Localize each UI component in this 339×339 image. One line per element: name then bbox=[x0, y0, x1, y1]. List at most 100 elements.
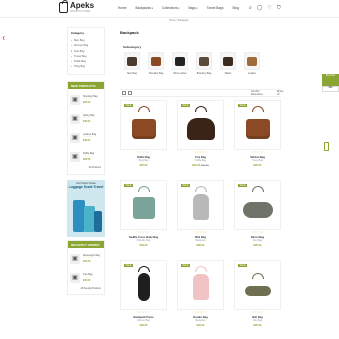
subcategory-item[interactable]: Wallet bbox=[219, 52, 237, 75]
product-card[interactable]: SALE ☆☆☆☆☆ Saddle Cross Body Bag Shoulder B… bbox=[120, 180, 167, 257]
cart-icon[interactable]: ⛉ bbox=[277, 5, 281, 11]
current-price: $29.00 bbox=[253, 244, 262, 247]
subcategory-item[interactable]: Branding Bag bbox=[195, 52, 213, 75]
product-name[interactable]: Backpack Purse bbox=[120, 316, 167, 319]
all-products-link[interactable]: All Products bbox=[68, 167, 104, 169]
sale-badge: SALE bbox=[124, 104, 133, 107]
side-product-item[interactable]: ▣ Duffle Bag ☆☆☆☆☆ $35.00 bbox=[68, 148, 104, 165]
subcategory-label: Men Bag bbox=[127, 72, 137, 75]
product-name[interactable]: Tote Bag bbox=[177, 156, 224, 159]
category-item[interactable]: Sling Bag bbox=[71, 65, 101, 68]
category-item[interactable]: Kids Bag bbox=[71, 50, 101, 53]
side-product-item[interactable]: ▣ Messenger Bag ☆☆☆☆☆ $25.00 bbox=[68, 250, 104, 267]
heart-icon[interactable]: ♡ bbox=[267, 5, 271, 11]
nav-blog[interactable]: Blog bbox=[233, 6, 239, 10]
product-image-box[interactable]: SALE bbox=[234, 260, 281, 310]
current-price: $26.00 bbox=[253, 324, 262, 327]
bag-handle bbox=[194, 266, 207, 272]
product-name[interactable]: Duffel Bag bbox=[120, 156, 167, 159]
breadcrumb-home[interactable]: Home bbox=[169, 19, 176, 22]
sort-select[interactable]: Sort By: Relevance bbox=[251, 90, 263, 96]
product-image-box[interactable]: SALE bbox=[234, 180, 281, 230]
current-price: $33.00 bbox=[139, 244, 148, 247]
bag-handle bbox=[251, 106, 264, 112]
product-image-box[interactable]: SALE bbox=[177, 260, 224, 310]
rating-stars: ☆☆☆☆☆ bbox=[137, 151, 150, 154]
recently-viewed-list: ▣ Messenger Bag ☆☆☆☆☆ $25.00 ▣ Tote Bag ☆☆☆☆☆ $… bbox=[68, 250, 104, 286]
product-image-box[interactable]: SALE bbox=[234, 100, 281, 150]
nav-travel-bags[interactable]: Travel Bags bbox=[207, 6, 224, 10]
luggage-banner[interactable]: Our Perfect Choice Luggage Scale Travel bbox=[67, 180, 105, 237]
rating-stars: ☆☆☆☆☆ bbox=[251, 311, 264, 314]
nav-backpacks[interactable]: Backpacks bbox=[136, 6, 153, 10]
product-card[interactable]: SALE ☆☆☆☆☆ Bowler Bag Backpack $29.00 bbox=[177, 260, 224, 337]
subcategory-image bbox=[148, 52, 164, 70]
list-view-icon[interactable] bbox=[128, 91, 132, 95]
grid-view-icon[interactable] bbox=[122, 91, 126, 95]
current-price: $28.00 bbox=[196, 244, 205, 247]
all-special-products-link[interactable]: All Special Products bbox=[68, 288, 104, 290]
product-image bbox=[137, 273, 150, 301]
small-suitcase-image bbox=[94, 211, 102, 232]
subcategory-item[interactable]: Leather bbox=[243, 52, 261, 75]
product-card[interactable]: SALE ☆☆☆☆☆ Mini Bag Backpack $28.00 bbox=[177, 180, 224, 257]
bag-image bbox=[151, 56, 161, 66]
product-card[interactable]: SALE ☆☆☆☆☆ Barrel Bag Men Bag $29.00 bbox=[234, 180, 281, 257]
subcategory-label: Leather bbox=[247, 72, 257, 75]
floating-buy-widget[interactable]: Buy Now bbox=[322, 74, 339, 86]
product-card[interactable]: SALE ☆☆☆☆☆ Duffel Bag Sling Bag $25.00 bbox=[120, 100, 167, 177]
product-price: $28.00 bbox=[177, 244, 224, 247]
show-select[interactable]: Show: 12 bbox=[277, 90, 284, 96]
side-product-item[interactable]: ▣ Vanity Bag ☆☆☆☆☆ $30.00 bbox=[68, 110, 104, 127]
product-name[interactable]: Belt Bag bbox=[234, 316, 281, 319]
category-item[interactable]: Women Bag bbox=[71, 44, 101, 47]
side-product-item[interactable]: ▣ Tote Bag ☆☆☆☆☆ $30.00 bbox=[68, 269, 104, 286]
subcategory-item[interactable]: Shoulder Bag bbox=[147, 52, 165, 75]
product-card[interactable]: SALE ☆☆☆☆☆ Satchel Bag Travel Bag $29.00 bbox=[234, 100, 281, 177]
side-product-item[interactable]: ▣ Leather Bag ☆☆☆☆☆ $40.00 bbox=[68, 129, 104, 146]
search-icon[interactable]: ⌕ bbox=[249, 5, 252, 11]
product-name[interactable]: Bowler Bag bbox=[177, 316, 224, 319]
product-name[interactable]: Mini Bag bbox=[177, 236, 224, 239]
category-box: Category Men Bag Women Bag Kids Bag Travel … bbox=[67, 27, 105, 75]
product-name[interactable]: Saddle Cross Body Bag bbox=[120, 236, 167, 239]
product-image-box[interactable]: SALE bbox=[177, 100, 224, 150]
product-category: Men Bag bbox=[252, 240, 263, 242]
side-toggle-icon[interactable]: ❮ bbox=[2, 35, 8, 40]
breadcrumb-current: Backpack bbox=[177, 19, 189, 22]
new-products-list: ▣ Shoulder Bag ☆☆☆☆☆ $25.00 ▣ Vanity Bag ☆☆☆☆☆… bbox=[68, 91, 104, 165]
subcategory-item[interactable]: Mini Leather bbox=[171, 52, 189, 75]
current-price: $30.00 bbox=[139, 324, 148, 327]
product-category: Women Bag bbox=[137, 320, 150, 322]
nav-collections[interactable]: Collections bbox=[162, 6, 180, 10]
product-image-box[interactable]: SALE bbox=[120, 260, 167, 310]
product-image-box[interactable]: SALE bbox=[120, 100, 167, 150]
page-title: Backpack bbox=[120, 30, 139, 35]
category-list: Men Bag Women Bag Kids Bag Travel Bag Duffle… bbox=[71, 39, 101, 68]
product-card[interactable]: SALE ☆☆☆☆☆ Tote Bag Duffle Bag $25.00 $30.00 bbox=[177, 100, 224, 177]
product-image bbox=[186, 118, 215, 140]
category-item[interactable]: Travel Bag bbox=[71, 55, 101, 58]
product-category: Shoulder Bag bbox=[136, 240, 151, 242]
side-product-price: $30.00 bbox=[83, 279, 91, 283]
product-name[interactable]: Barrel Bag bbox=[234, 236, 281, 239]
subcategory-image bbox=[196, 52, 212, 70]
product-image-box[interactable]: SALE bbox=[120, 180, 167, 230]
product-thumbnail: ▣ bbox=[70, 94, 80, 105]
product-image-box[interactable]: SALE bbox=[177, 180, 224, 230]
product-name[interactable]: Satchel Bag bbox=[234, 156, 281, 159]
nav-home[interactable]: Home bbox=[118, 6, 127, 10]
subcategory-item[interactable]: Men Bag bbox=[123, 52, 141, 75]
product-card[interactable]: SALE ☆☆☆☆☆ Belt Bag Kids Bag $26.00 bbox=[234, 260, 281, 337]
product-image bbox=[132, 197, 155, 219]
category-item[interactable]: Duffle Bag bbox=[71, 60, 101, 63]
bottle-icon[interactable] bbox=[324, 142, 329, 151]
product-card[interactable]: SALE ☆☆☆☆☆ Backpack Purse Women Bag $30.00 bbox=[120, 260, 167, 337]
side-product-item[interactable]: ▣ Shoulder Bag ☆☆☆☆☆ $25.00 bbox=[68, 91, 104, 108]
category-item[interactable]: Men Bag bbox=[71, 39, 101, 42]
floating-price-widget[interactable]: $39 bbox=[322, 86, 339, 92]
user-icon[interactable]: ◯ bbox=[257, 5, 263, 11]
nav-bags[interactable]: Bags bbox=[188, 6, 197, 10]
product-category: Kids Bag bbox=[252, 320, 263, 322]
logo[interactable]: Apeks FASHION STORE bbox=[59, 0, 94, 13]
